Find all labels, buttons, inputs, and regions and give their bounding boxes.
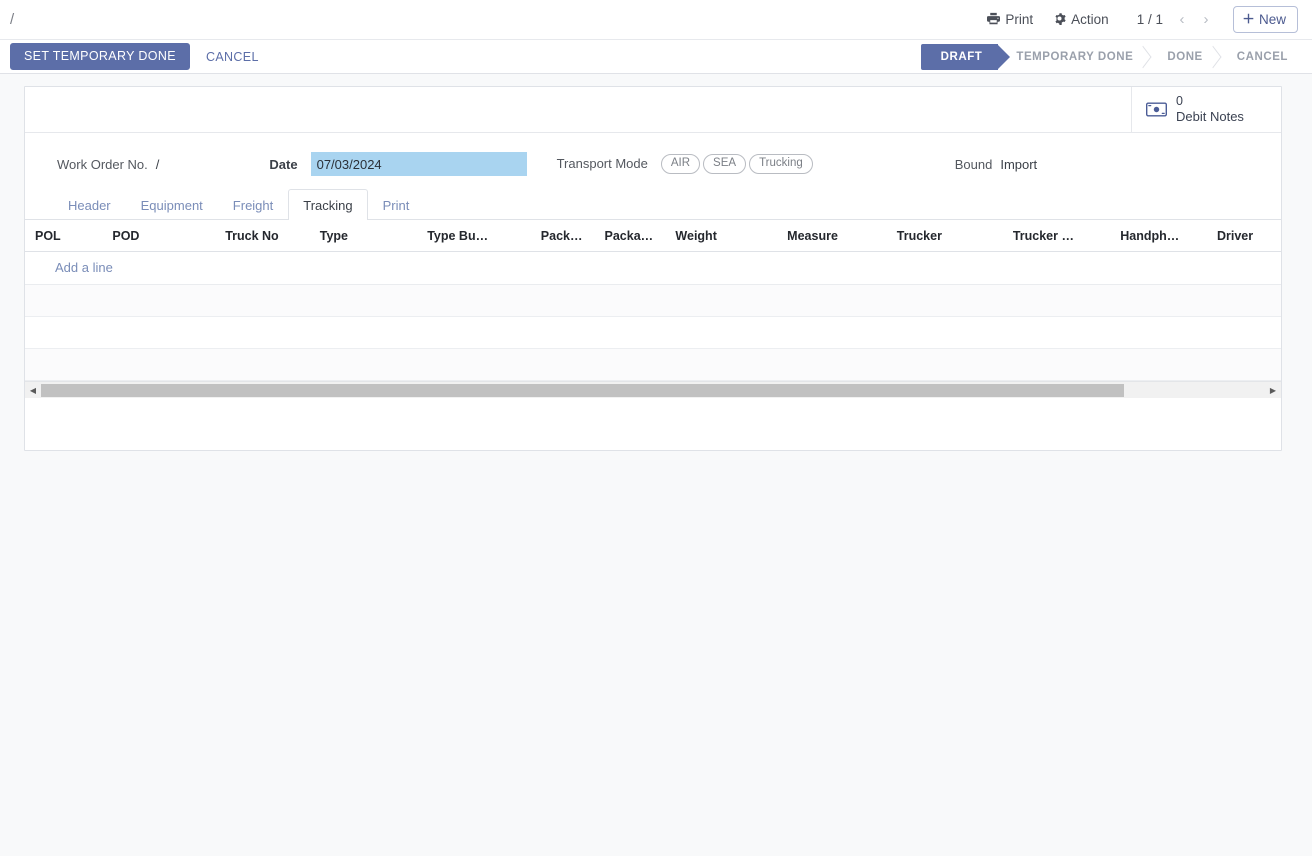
column-header-pol[interactable]: POL: [25, 220, 102, 252]
tab-header[interactable]: Header: [53, 189, 126, 220]
add-a-line-link[interactable]: Add a line: [55, 260, 113, 275]
date-label: Date: [269, 157, 297, 172]
column-header-weight[interactable]: Weight: [665, 220, 777, 252]
column-header-pack[interactable]: Pack…: [530, 220, 594, 252]
work-order-no-label: Work Order No.: [57, 157, 148, 172]
debit-notes-text: 0 Debit Notes: [1176, 94, 1244, 126]
status-stage-done[interactable]: DONE: [1149, 44, 1218, 70]
scrollbar-track[interactable]: [41, 382, 1265, 399]
tab-freight[interactable]: Freight: [218, 189, 288, 220]
status-stage-cancel[interactable]: CANCEL: [1219, 44, 1304, 70]
status-stage-temporary-done[interactable]: TEMPORARY DONE: [998, 44, 1149, 70]
triangle-left-icon[interactable]: ◀: [25, 382, 41, 399]
cancel-button[interactable]: CANCEL: [194, 45, 271, 69]
debit-notes-smart-button[interactable]: 0 Debit Notes: [1131, 87, 1281, 132]
transport-mode-option-air[interactable]: AIR: [661, 154, 700, 174]
field-bound: Bound Import: [955, 157, 1037, 172]
sheet-bottom-padding: [25, 398, 1281, 450]
control-panel-top: / Print Action 1 / 1 ‹ ›: [0, 0, 1312, 40]
field-date: Date: [269, 152, 526, 176]
column-header-truck-no[interactable]: Truck No: [215, 220, 310, 252]
printer-icon: [987, 12, 1000, 28]
pager: 1 / 1 ‹ ›: [1131, 7, 1217, 33]
table-header-row: POL POD Truck No Type Type Bu… Pack… Pac…: [25, 220, 1281, 252]
add-a-line-row[interactable]: Add a line: [25, 252, 1281, 285]
debit-notes-count: 0: [1176, 94, 1244, 110]
action-button[interactable]: Action: [1043, 8, 1119, 32]
column-header-trucker-2[interactable]: Trucker …: [1003, 220, 1110, 252]
form-sheet: 0 Debit Notes Work Order No. / Date: [24, 86, 1282, 451]
form-fields: Work Order No. / Date Transport Mode AIR…: [25, 133, 1281, 179]
set-temporary-done-button[interactable]: SET TEMPORARY DONE: [10, 43, 190, 70]
scrollbar-thumb[interactable]: [41, 384, 1124, 397]
column-header-handphone[interactable]: Handph…: [1110, 220, 1207, 252]
work-order-no-value[interactable]: /: [148, 157, 160, 172]
column-header-measure[interactable]: Measure: [777, 220, 887, 252]
smart-button-box: 0 Debit Notes: [25, 87, 1281, 133]
field-row-primary: Work Order No. / Date Transport Mode AIR…: [57, 149, 1249, 179]
empty-cell: [25, 285, 1281, 317]
column-header-packag[interactable]: Packag…: [595, 220, 666, 252]
empty-cell: [25, 349, 1281, 381]
transport-mode-option-trucking[interactable]: Trucking: [749, 154, 813, 174]
bound-label: Bound: [955, 157, 993, 172]
field-work-order-no: Work Order No. /: [57, 157, 159, 172]
column-header-type[interactable]: Type: [310, 220, 417, 252]
breadcrumb[interactable]: /: [10, 11, 14, 28]
column-header-trucker[interactable]: Trucker: [887, 220, 1003, 252]
new-button[interactable]: New: [1233, 6, 1298, 33]
bound-value[interactable]: Import: [992, 157, 1037, 172]
triangle-right-icon[interactable]: ▶: [1265, 382, 1281, 399]
chevron-right-icon: ›: [1203, 11, 1208, 28]
form-view-background: 0 Debit Notes Work Order No. / Date: [0, 74, 1312, 856]
chevron-left-icon: ‹: [1179, 11, 1184, 28]
tracking-list: POL POD Truck No Type Type Bu… Pack… Pac…: [25, 220, 1281, 398]
empty-row: [25, 349, 1281, 381]
debit-notes-label: Debit Notes: [1176, 109, 1244, 125]
transport-mode-option-sea[interactable]: SEA: [703, 154, 746, 174]
print-label: Print: [1005, 12, 1033, 27]
field-transport-mode: Transport Mode AIR SEA Trucking: [557, 154, 813, 174]
gear-icon: [1053, 12, 1066, 28]
empty-cell: [25, 317, 1281, 349]
column-header-driver[interactable]: Driver: [1207, 220, 1281, 252]
statusbar: DRAFT TEMPORARY DONE DONE CANCEL: [921, 44, 1312, 70]
empty-row: [25, 317, 1281, 349]
transport-mode-options: AIR SEA Trucking: [661, 154, 813, 174]
print-button[interactable]: Print: [977, 8, 1043, 32]
tab-print[interactable]: Print: [368, 189, 425, 220]
status-stage-draft[interactable]: DRAFT: [921, 44, 999, 70]
money-bill-icon: [1146, 102, 1167, 117]
date-input[interactable]: [311, 152, 527, 176]
pager-value[interactable]: 1 / 1: [1131, 12, 1169, 27]
action-label: Action: [1071, 12, 1109, 27]
column-header-type-bu[interactable]: Type Bu…: [417, 220, 530, 252]
empty-row: [25, 285, 1281, 317]
tracking-table: POL POD Truck No Type Type Bu… Pack… Pac…: [25, 220, 1281, 381]
action-status-bar: SET TEMPORARY DONE CANCEL DRAFT TEMPORAR…: [0, 40, 1312, 74]
transport-mode-label: Transport Mode: [557, 156, 648, 171]
new-label: New: [1259, 12, 1286, 27]
plus-icon: [1243, 12, 1254, 27]
pager-previous-button[interactable]: ‹: [1171, 7, 1193, 33]
add-a-line-cell: Add a line: [25, 252, 1281, 285]
pager-next-button[interactable]: ›: [1195, 7, 1217, 33]
control-panel-actions: Print Action 1 / 1 ‹ ›: [977, 6, 1298, 33]
tab-tracking[interactable]: Tracking: [288, 189, 367, 220]
horizontal-scrollbar[interactable]: ◀ ▶: [25, 381, 1281, 398]
column-header-pod[interactable]: POD: [102, 220, 215, 252]
tab-equipment[interactable]: Equipment: [126, 189, 218, 220]
notebook-tabs: Header Equipment Freight Tracking Print: [25, 189, 1281, 220]
